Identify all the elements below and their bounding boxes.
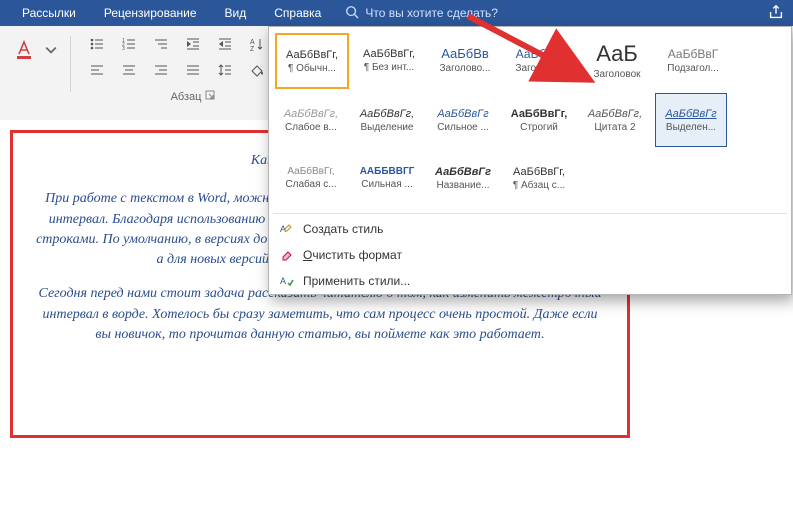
style-preview: АаБбВвГг, [363, 48, 415, 60]
styles-grid: АаБбВвГг, ¶ Обычн... АаБбВвГг, ¶ Без инт...… [269, 27, 791, 211]
style-preview: ААББВВГГ [360, 166, 415, 177]
style-label: Слабая с... [285, 179, 336, 190]
style-box[interactable]: АаБбВвГг, ¶ Без инт... [353, 33, 425, 87]
eraser-icon [279, 247, 295, 263]
multilevel-button[interactable] [147, 32, 175, 56]
style-label: Сильное ... [437, 122, 489, 133]
menu-review[interactable]: Рецензирование [90, 0, 211, 26]
share-button[interactable] [767, 3, 785, 24]
style-box[interactable]: АаБбВвГг Выделен... [655, 93, 727, 147]
style-box[interactable]: АаБ Заголовок [581, 33, 653, 87]
style-preview: АаБбВвГг [665, 108, 716, 120]
style-preview: АаБбВвГг, [287, 166, 334, 177]
style-box[interactable]: АаБбВвГг, Выделение [351, 93, 423, 147]
style-box[interactable]: АаБбВвГ Подзагол... [657, 33, 729, 87]
style-preview: АаБбВвГ [516, 47, 566, 61]
menubar: Рассылки Рецензирование Вид Справка Что … [0, 0, 793, 26]
font-color-group [8, 32, 58, 68]
style-box[interactable]: АаБбВвГг Название... [427, 151, 499, 205]
menu-mailings[interactable]: Рассылки [8, 0, 90, 26]
styles-gallery-panel: АаБбВвГг, ¶ Обычн... АаБбВвГг, ¶ Без инт...… [268, 26, 792, 295]
create-style-icon: A [279, 221, 295, 237]
style-label: Заголово... [440, 63, 491, 74]
style-box[interactable]: АаБбВвГг, ¶ Обычн... [275, 33, 349, 89]
style-preview: АаБбВвГ [668, 47, 718, 61]
svg-text:3: 3 [122, 46, 125, 52]
style-preview: АаБбВв [441, 46, 489, 61]
apply-styles-icon: A [279, 273, 295, 289]
style-label: Слабое в... [285, 122, 337, 133]
style-label: Выделен... [666, 122, 716, 133]
menu-view[interactable]: Вид [211, 0, 261, 26]
style-label: Сильная ... [361, 179, 412, 190]
style-box[interactable]: АаБбВв Заголово... [429, 33, 501, 87]
search-icon [345, 5, 359, 22]
style-label: Название... [436, 180, 489, 191]
bullets-button[interactable] [83, 32, 111, 56]
font-color-dropdown[interactable] [44, 38, 58, 62]
svg-text:Z: Z [250, 46, 255, 52]
style-box[interactable]: АаБбВвГг, Слабое в... [275, 93, 347, 147]
justify-button[interactable] [179, 58, 207, 82]
svg-text:A: A [280, 276, 286, 286]
dialog-launcher-icon[interactable] [205, 90, 215, 103]
numbering-button[interactable]: 123 [115, 32, 143, 56]
style-preview: АаБбВвГг, [360, 108, 414, 120]
apply-styles-item[interactable]: A Применить стили... [269, 268, 791, 294]
style-box[interactable]: АаБбВвГг Сильное ... [427, 93, 499, 147]
clear-format-item[interactable]: Очистить формат [269, 242, 791, 268]
align-center-button[interactable] [115, 58, 143, 82]
menu-help[interactable]: Справка [260, 0, 335, 26]
style-preview: АаБбВвГг, [286, 49, 338, 61]
increase-indent-button[interactable] [211, 32, 239, 56]
style-box[interactable]: АаБбВвГ Заголово... [505, 33, 577, 87]
style-label: Заголовок [593, 69, 640, 80]
style-preview: АаБбВвГг, [513, 166, 565, 178]
style-box[interactable]: АаБбВвГг, Цитата 2 [579, 93, 651, 147]
style-label: Цитата 2 [594, 122, 635, 133]
style-label: Подзагол... [667, 63, 718, 74]
align-left-button[interactable] [83, 58, 111, 82]
tell-me-search[interactable]: Что вы хотите сделать? [345, 5, 498, 22]
style-preview: АаБбВвГг [437, 108, 488, 120]
style-label: Выделение [361, 122, 414, 133]
style-box[interactable]: АаБбВвГг, ¶ Абзац с... [503, 151, 575, 205]
svg-text:A: A [250, 39, 255, 46]
style-preview: АаБбВвГг, [588, 108, 642, 120]
style-label: ¶ Без инт... [364, 62, 414, 73]
search-placeholder: Что вы хотите сделать? [365, 6, 498, 20]
align-right-button[interactable] [147, 58, 175, 82]
style-box[interactable]: ААББВВГГ Сильная ... [351, 151, 423, 205]
font-color-button[interactable] [8, 32, 40, 68]
style-label: Строгий [520, 122, 558, 133]
style-preview: АаБ [596, 41, 638, 67]
create-style-item[interactable]: A Создать стиль [269, 216, 791, 242]
style-label: Заголово... [516, 63, 567, 74]
style-box[interactable]: АаБбВвГг, Строгий [503, 93, 575, 147]
style-preview: АаБбВвГг, [284, 108, 338, 120]
decrease-indent-button[interactable] [179, 32, 207, 56]
style-preview: АаБбВвГг [435, 166, 491, 178]
shading-button[interactable] [243, 58, 271, 82]
line-spacing-button[interactable] [211, 58, 239, 82]
style-label: ¶ Абзац с... [513, 180, 565, 191]
style-label: ¶ Обычн... [288, 63, 336, 74]
sort-button[interactable]: AZ [243, 32, 271, 56]
style-preview: АаБбВвГг, [511, 108, 568, 120]
style-box[interactable]: АаБбВвГг, Слабая с... [275, 151, 347, 205]
